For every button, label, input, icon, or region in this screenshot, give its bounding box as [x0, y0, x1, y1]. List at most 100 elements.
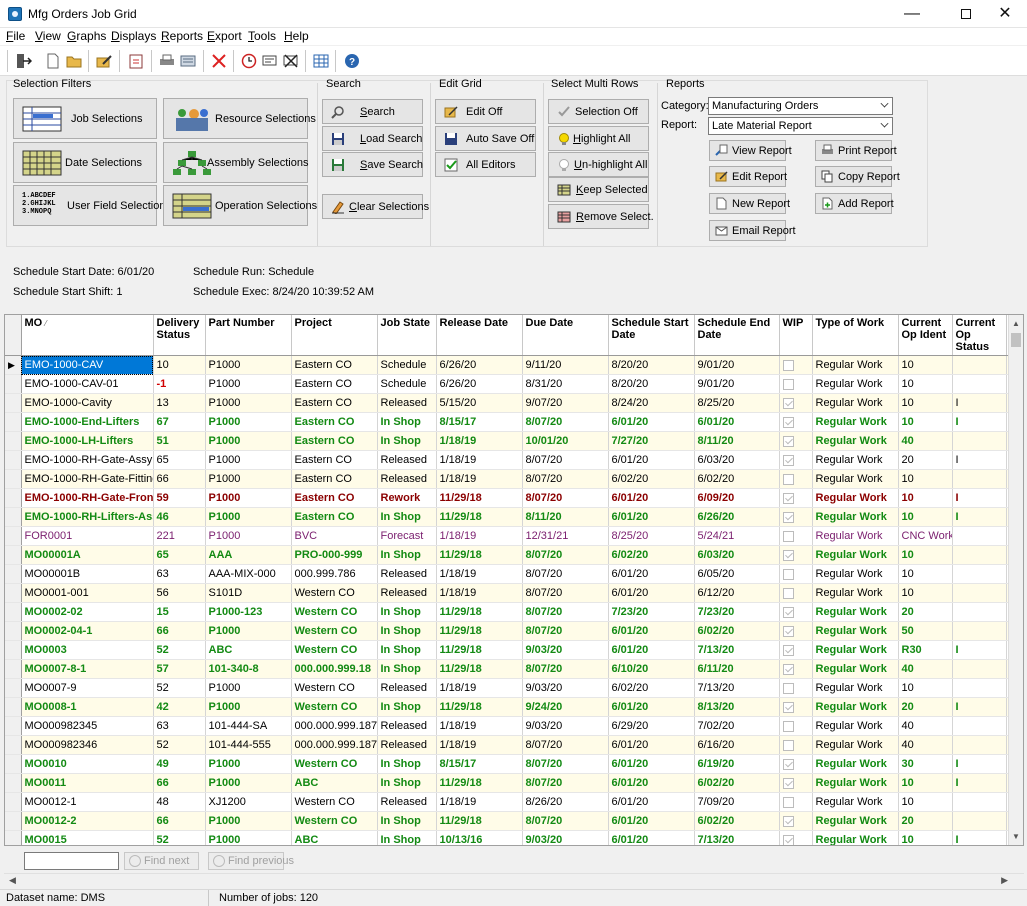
- table-cell[interactable]: [779, 489, 812, 508]
- keep-selected-button[interactable]: Keep Selected: [548, 177, 649, 202]
- table-cell[interactable]: Regular Work: [812, 831, 898, 847]
- table-cell[interactable]: 8/07/20: [522, 565, 608, 584]
- table-cell[interactable]: 10/13/16: [436, 831, 522, 847]
- print-preview-icon[interactable]: [179, 52, 197, 70]
- table-cell[interactable]: 6/01/20: [608, 622, 694, 641]
- column-header[interactable]: Schedule End Date: [694, 315, 779, 356]
- table-cell[interactable]: 63: [153, 565, 205, 584]
- table-cell[interactable]: [779, 622, 812, 641]
- table-cell[interactable]: 9/03/20: [522, 641, 608, 660]
- table-cell[interactable]: Western CO: [291, 698, 377, 717]
- table-cell[interactable]: In Shop: [377, 698, 436, 717]
- table-cell[interactable]: 11/29/18: [436, 489, 522, 508]
- table-cell[interactable]: 10: [898, 831, 952, 847]
- table-cell[interactable]: [952, 470, 1006, 489]
- wip-checkbox[interactable]: [783, 436, 794, 447]
- table-cell[interactable]: In Shop: [377, 508, 436, 527]
- table-cell[interactable]: Regular Work: [812, 812, 898, 831]
- table-cell[interactable]: 66: [153, 774, 205, 793]
- menu-view[interactable]: View: [35, 29, 61, 43]
- table-cell[interactable]: Western CO: [291, 679, 377, 698]
- column-header[interactable]: Project: [291, 315, 377, 356]
- job-selections-button[interactable]: Job Selections: [13, 98, 157, 139]
- table-cell[interactable]: 6/03/20: [694, 546, 779, 565]
- table-cell[interactable]: In Shop: [377, 622, 436, 641]
- menu-reports[interactable]: Reports: [161, 29, 203, 43]
- table-cell[interactable]: P1000: [205, 755, 291, 774]
- table-cell[interactable]: 65: [153, 546, 205, 565]
- table-cell[interactable]: 10: [898, 679, 952, 698]
- row-header[interactable]: [5, 660, 21, 679]
- table-cell[interactable]: 6/26/20: [694, 508, 779, 527]
- wip-checkbox[interactable]: [783, 778, 794, 789]
- menu-export[interactable]: Export: [207, 29, 242, 43]
- table-cell[interactable]: 10: [898, 584, 952, 603]
- save-search-button[interactable]: Save Search: [322, 152, 423, 177]
- new-document-icon[interactable]: [44, 52, 62, 70]
- assembly-selections-button[interactable]: Assembly Selections: [163, 142, 308, 183]
- table-cell[interactable]: Released: [377, 394, 436, 413]
- table-cell[interactable]: 101-340-8: [205, 660, 291, 679]
- table-cell[interactable]: Regular Work: [812, 774, 898, 793]
- table-cell[interactable]: I: [952, 774, 1006, 793]
- table-cell[interactable]: EMO-1000-RH-Gate-Front: [21, 489, 153, 508]
- scroll-left-icon[interactable]: ◀: [9, 875, 16, 886]
- table-cell[interactable]: 6/02/20: [694, 774, 779, 793]
- table-row[interactable]: MO0011 66 P1000 ABC In Shop 11/29/18 8/07/20 6/…: [5, 774, 1024, 793]
- table-cell[interactable]: 8/07/20: [522, 584, 608, 603]
- table-cell[interactable]: P1000: [205, 356, 291, 375]
- table-cell[interactable]: Regular Work: [812, 546, 898, 565]
- table-cell[interactable]: 1/18/19: [436, 793, 522, 812]
- table-row[interactable]: MO000982345 63 101-444-SA 000.000.999.1876 R…: [5, 717, 1024, 736]
- row-header[interactable]: [5, 679, 21, 698]
- wip-checkbox[interactable]: [783, 645, 794, 656]
- table-cell[interactable]: Western CO: [291, 603, 377, 622]
- table-cell[interactable]: Regular Work: [812, 356, 898, 375]
- table-cell[interactable]: MO0015: [21, 831, 153, 847]
- table-cell[interactable]: ABC: [291, 774, 377, 793]
- print-icon[interactable]: [158, 52, 176, 70]
- table-cell[interactable]: Regular Work: [812, 736, 898, 755]
- table-cell[interactable]: 5/24/21: [694, 527, 779, 546]
- table-row[interactable]: MO0003 52 ABC Western CO In Shop 11/29/18 9/03…: [5, 641, 1024, 660]
- table-row[interactable]: MO0002-02 15 P1000-123 Western CO In Shop 11/…: [5, 603, 1024, 622]
- row-header[interactable]: [5, 508, 21, 527]
- table-cell[interactable]: 8/26/20: [522, 793, 608, 812]
- table-cell[interactable]: MO0011: [21, 774, 153, 793]
- table-cell[interactable]: [779, 641, 812, 660]
- table-row[interactable]: MO0015 52 P1000 ABC In Shop 10/13/16 9/03/20 6/…: [5, 831, 1024, 847]
- find-next-button[interactable]: Find next: [124, 852, 199, 870]
- wip-checkbox[interactable]: [783, 835, 794, 846]
- wip-checkbox[interactable]: [783, 417, 794, 428]
- wip-checkbox[interactable]: [783, 588, 794, 599]
- table-cell[interactable]: Released: [377, 470, 436, 489]
- table-cell[interactable]: MO0001-001: [21, 584, 153, 603]
- table-cell[interactable]: I: [952, 755, 1006, 774]
- table-cell[interactable]: 8/15/17: [436, 413, 522, 432]
- table-cell[interactable]: BVC: [291, 527, 377, 546]
- table-cell[interactable]: Regular Work: [812, 470, 898, 489]
- table-cell[interactable]: 40: [898, 717, 952, 736]
- table-cell[interactable]: In Shop: [377, 603, 436, 622]
- row-header[interactable]: [5, 565, 21, 584]
- table-cell[interactable]: Regular Work: [812, 641, 898, 660]
- table-cell[interactable]: I: [952, 451, 1006, 470]
- table-cell[interactable]: 6/01/20: [608, 736, 694, 755]
- table-cell[interactable]: [952, 622, 1006, 641]
- table-cell[interactable]: 1/18/19: [436, 432, 522, 451]
- table-cell[interactable]: 11/29/18: [436, 774, 522, 793]
- table-cell[interactable]: Regular Work: [812, 394, 898, 413]
- table-row[interactable]: MO000982346 52 101-444-555 000.000.999.1876…: [5, 736, 1024, 755]
- open-folder-icon[interactable]: [65, 52, 83, 70]
- table-cell[interactable]: Regular Work: [812, 565, 898, 584]
- table-cell[interactable]: [779, 546, 812, 565]
- table-cell[interactable]: Released: [377, 565, 436, 584]
- table-cell[interactable]: 6/01/20: [608, 413, 694, 432]
- menu-file[interactable]: File: [6, 29, 25, 43]
- table-cell[interactable]: 9/03/20: [522, 679, 608, 698]
- table-cell[interactable]: [779, 831, 812, 847]
- table-cell[interactable]: 67: [153, 413, 205, 432]
- table-cell[interactable]: 6/02/20: [608, 679, 694, 698]
- table-cell[interactable]: [952, 812, 1006, 831]
- table-cell[interactable]: P1000: [205, 812, 291, 831]
